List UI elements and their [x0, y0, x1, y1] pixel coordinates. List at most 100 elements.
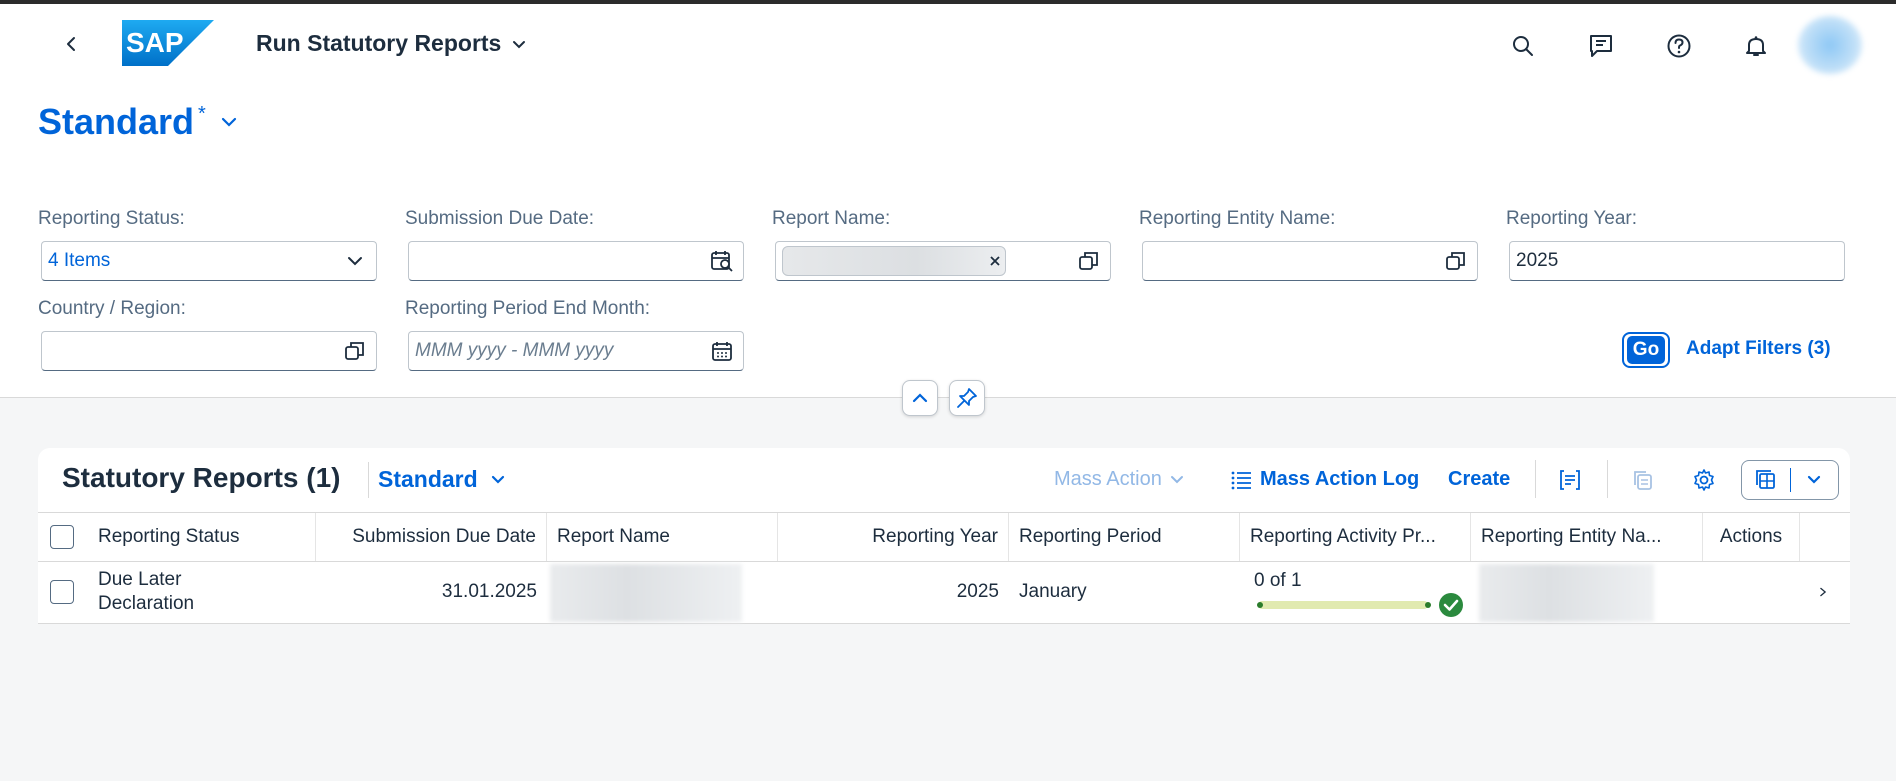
- column-header-reporting-period[interactable]: Reporting Period: [1009, 513, 1240, 561]
- title-divider: [368, 462, 369, 498]
- value-help-icon[interactable]: [342, 338, 368, 364]
- table-variant-selector[interactable]: Standard: [378, 466, 506, 493]
- sap-logo-text: SAP: [126, 27, 184, 58]
- notifications-button[interactable]: [1738, 28, 1774, 64]
- cell-submission-due-date: 31.01.2025: [441, 581, 537, 602]
- toolbar-separator: [1535, 460, 1536, 498]
- export-button[interactable]: [1742, 461, 1790, 499]
- app-title: Run Statutory Reports: [256, 30, 502, 56]
- submission-due-date-label: Submission Due Date:: [405, 208, 595, 229]
- chevron-left-icon: [67, 37, 75, 51]
- status-line-2: Declaration: [98, 593, 195, 614]
- mass-action-log-label: Mass Action Log: [1260, 468, 1420, 490]
- cell-reporting-activity-progress: 0 of 1: [1254, 562, 1474, 622]
- statutory-reports-table: Statutory Reports (1) Standard Mass Acti…: [38, 448, 1850, 624]
- country-region-input[interactable]: [41, 331, 377, 371]
- reporting-status-select[interactable]: 4 Items: [41, 241, 377, 281]
- help-button[interactable]: [1661, 28, 1697, 64]
- go-button-label: Go: [1627, 336, 1665, 364]
- select-all-checkbox[interactable]: [50, 525, 74, 549]
- reporting-period-end-month-label: Reporting Period End Month:: [405, 298, 651, 319]
- column-header-reporting-year[interactable]: Reporting Year: [778, 513, 1009, 561]
- feedback-icon: [1590, 35, 1612, 57]
- collapse-header-button[interactable]: [902, 380, 938, 416]
- calendar-icon[interactable]: [709, 338, 735, 364]
- reporting-status-label: Reporting Status:: [38, 208, 185, 229]
- pin-header-button[interactable]: [949, 380, 985, 416]
- page-variant-name: Standard: [38, 101, 195, 142]
- reporting-period-end-month-input[interactable]: MMM yyyy - MMM yyyy: [408, 331, 744, 371]
- status-line-1: Due Later: [98, 569, 182, 590]
- calendar-search-icon[interactable]: [709, 248, 735, 274]
- filter-header: Standard * Reporting Status: Submission …: [0, 84, 1896, 398]
- column-label: Reporting Entity Na...: [1481, 526, 1662, 547]
- row-navigation[interactable]: [1808, 562, 1838, 622]
- reporting-year-input[interactable]: 2025: [1509, 241, 1845, 281]
- export-split-button[interactable]: [1741, 460, 1839, 500]
- toolbar-separator: [1607, 460, 1608, 498]
- column-header-reporting-entity-name[interactable]: Reporting Entity Na...: [1471, 513, 1703, 561]
- export-icon: [1755, 470, 1775, 489]
- table-variant-name: Standard: [378, 466, 478, 492]
- copy-icon: [1634, 471, 1652, 490]
- table-row[interactable]: Due Later Declaration 31.01.2025 2025 Ja…: [38, 562, 1850, 624]
- chevron-down-icon: [1170, 475, 1183, 483]
- close-icon[interactable]: [989, 255, 1001, 267]
- user-avatar[interactable]: [1798, 16, 1862, 74]
- column-header-submission-due-date[interactable]: Submission Due Date: [316, 513, 547, 561]
- pin-icon: [957, 388, 977, 408]
- value-help-icon[interactable]: [1076, 248, 1102, 274]
- column-header-report-name[interactable]: Report Name: [547, 513, 778, 561]
- show-details-button[interactable]: [1554, 464, 1586, 496]
- cell-reporting-status: Due Later Declaration: [88, 562, 316, 622]
- column-label: Reporting Year: [872, 526, 998, 547]
- reporting-year-label: Reporting Year:: [1506, 208, 1637, 229]
- mass-action-button[interactable]: Mass Action: [1054, 468, 1184, 491]
- variant-modified-marker: *: [198, 103, 206, 125]
- chevron-down-icon: [1808, 475, 1821, 484]
- column-header-reporting-status[interactable]: Reporting Status: [88, 513, 316, 561]
- export-menu-button[interactable]: [1791, 461, 1839, 499]
- report-name-token[interactable]: [782, 246, 1006, 276]
- mass-action-log-button[interactable]: Mass Action Log: [1230, 468, 1419, 491]
- search-button[interactable]: [1505, 28, 1541, 64]
- report-name-input[interactable]: [775, 241, 1111, 281]
- copy-button[interactable]: [1627, 464, 1659, 496]
- reporting-period-placeholder: MMM yyyy - MMM yyyy: [415, 340, 614, 361]
- create-label: Create: [1448, 468, 1511, 490]
- progress-end-dot: [1425, 602, 1431, 608]
- feedback-button[interactable]: [1583, 28, 1619, 64]
- app-title-menu[interactable]: Run Statutory Reports: [256, 30, 527, 57]
- mass-action-label: Mass Action: [1054, 468, 1162, 490]
- go-button[interactable]: Go: [1622, 332, 1670, 368]
- reporting-entity-name-input[interactable]: [1142, 241, 1478, 281]
- cell-report-name-redacted: [550, 564, 742, 622]
- gear-icon: [1694, 469, 1714, 491]
- value-help-icon[interactable]: [1443, 248, 1469, 274]
- submission-due-date-input[interactable]: [408, 241, 744, 281]
- row-select-checkbox[interactable]: [50, 580, 74, 604]
- column-header-actions[interactable]: Actions: [1703, 513, 1800, 561]
- back-button[interactable]: [56, 28, 88, 60]
- chevron-down-icon: [491, 475, 504, 484]
- create-button[interactable]: Create: [1448, 468, 1510, 491]
- column-label: Reporting Status: [98, 526, 240, 547]
- sap-logo[interactable]: SAP: [122, 20, 214, 66]
- list-icon: [1231, 471, 1251, 489]
- progress-bar: [1258, 601, 1428, 609]
- report-name-label: Report Name:: [772, 208, 891, 229]
- cell-reporting-entity-name-redacted: [1479, 564, 1654, 622]
- country-region-label: Country / Region:: [38, 298, 186, 319]
- column-header-reporting-activity-progress[interactable]: Reporting Activity Pr...: [1240, 513, 1471, 561]
- settings-button[interactable]: [1688, 464, 1720, 496]
- shell-bar: SAP Run Statutory Reports: [0, 4, 1896, 84]
- table-header-row: Reporting Status Submission Due Date Rep…: [38, 512, 1850, 562]
- success-check-icon: [1439, 593, 1463, 617]
- chevron-down-icon: [513, 40, 526, 48]
- column-label: Report Name: [557, 526, 670, 547]
- adapt-filters-button[interactable]: Adapt Filters (3): [1686, 338, 1831, 360]
- search-icon: [1513, 36, 1533, 56]
- reporting-year-value: 2025: [1516, 250, 1559, 271]
- column-label: Reporting Period: [1019, 526, 1162, 547]
- page-variant-selector[interactable]: Standard *: [38, 101, 238, 143]
